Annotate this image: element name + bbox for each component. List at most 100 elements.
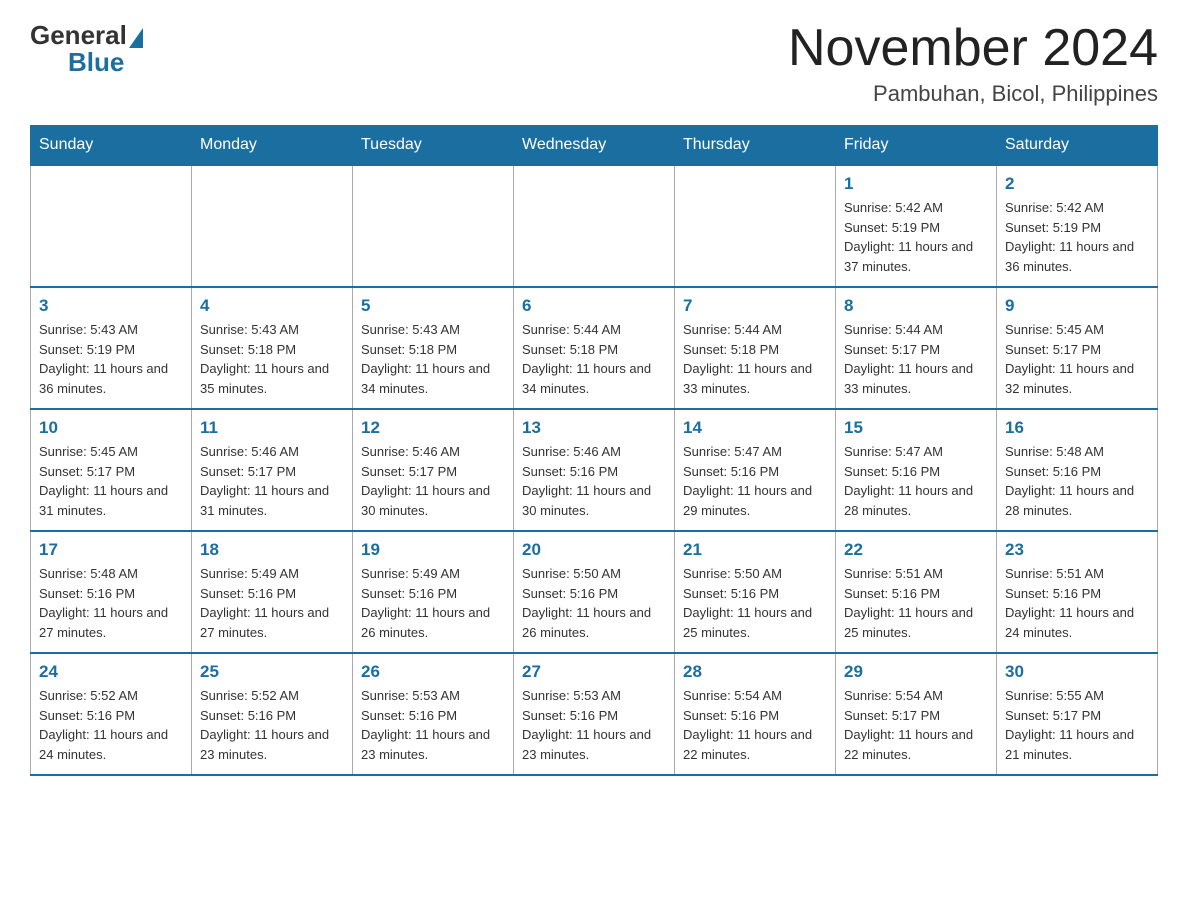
calendar-cell: 7 Sunrise: 5:44 AM Sunset: 5:18 PM Daylig… xyxy=(675,287,836,409)
day-info: Sunrise: 5:42 AM Sunset: 5:19 PM Dayligh… xyxy=(1005,198,1149,276)
calendar-cell: 28 Sunrise: 5:54 AM Sunset: 5:16 PM Dayli… xyxy=(675,653,836,775)
day-info: Sunrise: 5:45 AM Sunset: 5:17 PM Dayligh… xyxy=(39,442,183,520)
day-info: Sunrise: 5:43 AM Sunset: 5:18 PM Dayligh… xyxy=(361,320,505,398)
day-number: 10 xyxy=(39,418,183,438)
calendar-cell: 8 Sunrise: 5:44 AM Sunset: 5:17 PM Daylig… xyxy=(836,287,997,409)
calendar-cell: 27 Sunrise: 5:53 AM Sunset: 5:16 PM Dayli… xyxy=(514,653,675,775)
calendar-cell: 11 Sunrise: 5:46 AM Sunset: 5:17 PM Dayli… xyxy=(192,409,353,531)
calendar-cell: 24 Sunrise: 5:52 AM Sunset: 5:16 PM Dayli… xyxy=(31,653,192,775)
day-number: 3 xyxy=(39,296,183,316)
day-info: Sunrise: 5:49 AM Sunset: 5:16 PM Dayligh… xyxy=(200,564,344,642)
day-number: 28 xyxy=(683,662,827,682)
day-number: 26 xyxy=(361,662,505,682)
day-info: Sunrise: 5:46 AM Sunset: 5:17 PM Dayligh… xyxy=(200,442,344,520)
day-number: 24 xyxy=(39,662,183,682)
day-info: Sunrise: 5:52 AM Sunset: 5:16 PM Dayligh… xyxy=(39,686,183,764)
day-info: Sunrise: 5:47 AM Sunset: 5:16 PM Dayligh… xyxy=(844,442,988,520)
calendar-cell: 2 Sunrise: 5:42 AM Sunset: 5:19 PM Daylig… xyxy=(997,165,1158,287)
day-number: 2 xyxy=(1005,174,1149,194)
day-number: 8 xyxy=(844,296,988,316)
location-title: Pambuhan, Bicol, Philippines xyxy=(788,81,1158,107)
logo-blue-text: Blue xyxy=(68,47,124,78)
day-number: 20 xyxy=(522,540,666,560)
calendar-week-row: 17 Sunrise: 5:48 AM Sunset: 5:16 PM Dayli… xyxy=(31,531,1158,653)
calendar-week-row: 10 Sunrise: 5:45 AM Sunset: 5:17 PM Dayli… xyxy=(31,409,1158,531)
logo: General Blue xyxy=(30,20,143,78)
calendar-week-row: 1 Sunrise: 5:42 AM Sunset: 5:19 PM Daylig… xyxy=(31,165,1158,287)
day-info: Sunrise: 5:55 AM Sunset: 5:17 PM Dayligh… xyxy=(1005,686,1149,764)
day-info: Sunrise: 5:53 AM Sunset: 5:16 PM Dayligh… xyxy=(522,686,666,764)
day-number: 7 xyxy=(683,296,827,316)
weekday-header-sunday: Sunday xyxy=(31,126,192,166)
calendar-header-row: SundayMondayTuesdayWednesdayThursdayFrid… xyxy=(31,126,1158,166)
day-number: 13 xyxy=(522,418,666,438)
day-info: Sunrise: 5:43 AM Sunset: 5:18 PM Dayligh… xyxy=(200,320,344,398)
calendar-cell: 30Sunrise: 5:55 AM Sunset: 5:17 PM Dayli… xyxy=(997,653,1158,775)
day-info: Sunrise: 5:48 AM Sunset: 5:16 PM Dayligh… xyxy=(39,564,183,642)
calendar-cell: 19 Sunrise: 5:49 AM Sunset: 5:16 PM Dayli… xyxy=(353,531,514,653)
day-number: 23 xyxy=(1005,540,1149,560)
day-number: 18 xyxy=(200,540,344,560)
day-number: 19 xyxy=(361,540,505,560)
day-info: Sunrise: 5:49 AM Sunset: 5:16 PM Dayligh… xyxy=(361,564,505,642)
day-number: 9 xyxy=(1005,296,1149,316)
calendar-week-row: 3Sunrise: 5:43 AM Sunset: 5:19 PM Daylig… xyxy=(31,287,1158,409)
calendar-cell: 29 Sunrise: 5:54 AM Sunset: 5:17 PM Dayli… xyxy=(836,653,997,775)
day-number: 29 xyxy=(844,662,988,682)
logo-triangle-icon xyxy=(129,28,143,48)
day-info: Sunrise: 5:44 AM Sunset: 5:18 PM Dayligh… xyxy=(683,320,827,398)
weekday-header-friday: Friday xyxy=(836,126,997,166)
weekday-header-thursday: Thursday xyxy=(675,126,836,166)
calendar-cell: 5 Sunrise: 5:43 AM Sunset: 5:18 PM Daylig… xyxy=(353,287,514,409)
day-info: Sunrise: 5:53 AM Sunset: 5:16 PM Dayligh… xyxy=(361,686,505,764)
calendar-cell: 10 Sunrise: 5:45 AM Sunset: 5:17 PM Dayli… xyxy=(31,409,192,531)
day-number: 6 xyxy=(522,296,666,316)
header-title-group: November 2024 Pambuhan, Bicol, Philippin… xyxy=(788,20,1158,107)
month-title: November 2024 xyxy=(788,20,1158,77)
calendar-cell: 9Sunrise: 5:45 AM Sunset: 5:17 PM Daylig… xyxy=(997,287,1158,409)
day-number: 17 xyxy=(39,540,183,560)
weekday-header-tuesday: Tuesday xyxy=(353,126,514,166)
weekday-header-wednesday: Wednesday xyxy=(514,126,675,166)
calendar-cell: 22Sunrise: 5:51 AM Sunset: 5:16 PM Dayli… xyxy=(836,531,997,653)
calendar-cell: 20 Sunrise: 5:50 AM Sunset: 5:16 PM Dayli… xyxy=(514,531,675,653)
calendar-cell: 14Sunrise: 5:47 AM Sunset: 5:16 PM Dayli… xyxy=(675,409,836,531)
calendar-cell: 12 Sunrise: 5:46 AM Sunset: 5:17 PM Dayli… xyxy=(353,409,514,531)
day-number: 25 xyxy=(200,662,344,682)
calendar-cell: 17 Sunrise: 5:48 AM Sunset: 5:16 PM Dayli… xyxy=(31,531,192,653)
day-number: 12 xyxy=(361,418,505,438)
day-number: 15 xyxy=(844,418,988,438)
calendar-cell: 25 Sunrise: 5:52 AM Sunset: 5:16 PM Dayli… xyxy=(192,653,353,775)
calendar-cell: 6 Sunrise: 5:44 AM Sunset: 5:18 PM Daylig… xyxy=(514,287,675,409)
day-number: 4 xyxy=(200,296,344,316)
calendar-table: SundayMondayTuesdayWednesdayThursdayFrid… xyxy=(30,125,1158,776)
calendar-cell: 21Sunrise: 5:50 AM Sunset: 5:16 PM Dayli… xyxy=(675,531,836,653)
day-number: 5 xyxy=(361,296,505,316)
day-number: 1 xyxy=(844,174,988,194)
weekday-header-saturday: Saturday xyxy=(997,126,1158,166)
day-number: 27 xyxy=(522,662,666,682)
calendar-cell xyxy=(31,165,192,287)
calendar-cell: 15 Sunrise: 5:47 AM Sunset: 5:16 PM Dayli… xyxy=(836,409,997,531)
day-number: 11 xyxy=(200,418,344,438)
day-info: Sunrise: 5:42 AM Sunset: 5:19 PM Dayligh… xyxy=(844,198,988,276)
day-number: 21 xyxy=(683,540,827,560)
calendar-cell: 23 Sunrise: 5:51 AM Sunset: 5:16 PM Dayli… xyxy=(997,531,1158,653)
day-info: Sunrise: 5:46 AM Sunset: 5:16 PM Dayligh… xyxy=(522,442,666,520)
day-number: 16 xyxy=(1005,418,1149,438)
day-info: Sunrise: 5:52 AM Sunset: 5:16 PM Dayligh… xyxy=(200,686,344,764)
calendar-cell: 1 Sunrise: 5:42 AM Sunset: 5:19 PM Daylig… xyxy=(836,165,997,287)
weekday-header-monday: Monday xyxy=(192,126,353,166)
day-info: Sunrise: 5:54 AM Sunset: 5:16 PM Dayligh… xyxy=(683,686,827,764)
day-info: Sunrise: 5:44 AM Sunset: 5:17 PM Dayligh… xyxy=(844,320,988,398)
day-info: Sunrise: 5:44 AM Sunset: 5:18 PM Dayligh… xyxy=(522,320,666,398)
calendar-cell: 4 Sunrise: 5:43 AM Sunset: 5:18 PM Daylig… xyxy=(192,287,353,409)
calendar-cell xyxy=(675,165,836,287)
day-info: Sunrise: 5:50 AM Sunset: 5:16 PM Dayligh… xyxy=(522,564,666,642)
day-info: Sunrise: 5:54 AM Sunset: 5:17 PM Dayligh… xyxy=(844,686,988,764)
calendar-cell: 13 Sunrise: 5:46 AM Sunset: 5:16 PM Dayli… xyxy=(514,409,675,531)
day-info: Sunrise: 5:46 AM Sunset: 5:17 PM Dayligh… xyxy=(361,442,505,520)
day-info: Sunrise: 5:51 AM Sunset: 5:16 PM Dayligh… xyxy=(1005,564,1149,642)
calendar-cell xyxy=(353,165,514,287)
calendar-cell: 26 Sunrise: 5:53 AM Sunset: 5:16 PM Dayli… xyxy=(353,653,514,775)
